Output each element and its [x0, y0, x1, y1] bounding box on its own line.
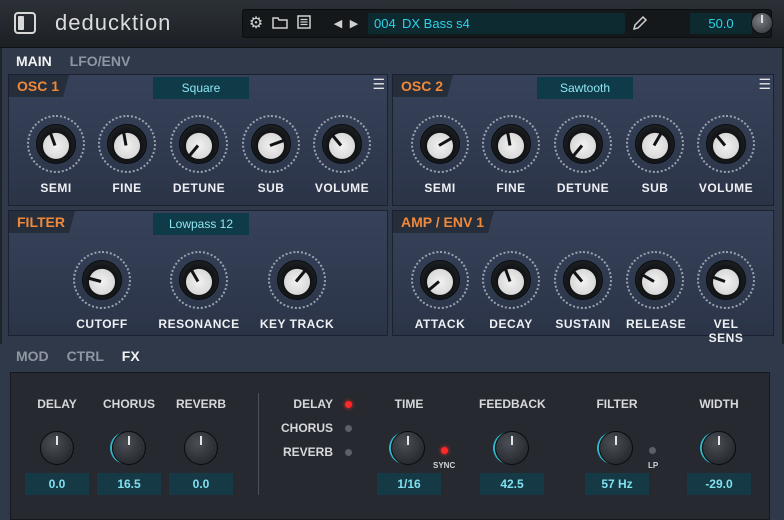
send-chorus-value[interactable]: 16.5: [97, 473, 161, 495]
fx-feedback-knob[interactable]: [495, 431, 529, 465]
send-reverb-value[interactable]: 0.0: [169, 473, 233, 495]
send-chorus-knob[interactable]: [112, 431, 146, 465]
preset-toolbar: ⚙ ◀ ▶ 004 DX Bass s4 50.0: [242, 9, 772, 38]
fx-time-value[interactable]: 1/16: [377, 473, 441, 495]
amp-decay-knob[interactable]: DECAY: [482, 251, 540, 331]
osc1-semi-knob[interactable]: SEMI: [27, 115, 85, 195]
osc2-title: OSC 2: [393, 75, 453, 97]
filter-key-track-knob[interactable]: KEY TRACK: [259, 251, 335, 331]
fx-select-delay[interactable]: DELAY: [273, 397, 333, 411]
pencil-icon[interactable]: [631, 15, 649, 33]
folder-icon[interactable]: [271, 15, 289, 33]
osc2-detune-knob[interactable]: DETUNE: [554, 115, 612, 195]
tab-fx[interactable]: FX: [122, 348, 140, 364]
osc1-sub-knob[interactable]: SUB: [242, 115, 300, 195]
send-reverb-label: REVERB: [175, 397, 226, 411]
tab-ctrl[interactable]: CTRL: [67, 348, 104, 364]
logo-icon: [14, 12, 36, 34]
reverb-led-icon[interactable]: [345, 449, 352, 456]
filter-resonance-knob[interactable]: RESONANCE: [157, 251, 241, 331]
bottom-tabs: MOD CTRL FX: [16, 348, 154, 364]
fx-width-knob[interactable]: [702, 431, 736, 465]
filter-type-select[interactable]: Lowpass 12: [153, 213, 249, 235]
next-preset-icon[interactable]: ▶: [345, 15, 363, 33]
amp-env-panel: AMP / ENV 1 ATTACK DECAY SUSTAIN RELEASE…: [392, 210, 774, 345]
sync-led-icon[interactable]: [441, 447, 448, 454]
osc2-semi-knob[interactable]: SEMI: [411, 115, 469, 195]
fx-filter-value[interactable]: 57 Hz: [585, 473, 649, 495]
zoom-value[interactable]: 50.0: [690, 13, 752, 34]
osc1-menu-icon[interactable]: ☰: [372, 77, 385, 91]
send-delay-knob[interactable]: [40, 431, 74, 465]
fx-width-value[interactable]: -29.0: [687, 473, 751, 495]
osc2-menu-icon[interactable]: ☰: [758, 77, 771, 91]
fx-time-knob[interactable]: [391, 431, 425, 465]
amp-env-title: AMP / ENV 1: [393, 211, 494, 233]
osc2-panel: OSC 2 Sawtooth ☰ SEMI FINE DETUNE SUB VO…: [392, 74, 774, 206]
osc1-detune-knob[interactable]: DETUNE: [170, 115, 228, 195]
send-chorus-label: CHORUS: [102, 397, 155, 411]
fx-select-reverb[interactable]: REVERB: [273, 445, 333, 459]
fx-time-label: TIME: [394, 397, 424, 411]
delay-led-icon[interactable]: [345, 401, 352, 408]
osc1-panel: OSC 1 Square ☰ SEMI FINE DETUNE SUB VOLU…: [8, 74, 388, 206]
fx-filter-label: FILTER: [596, 397, 638, 411]
send-delay-value[interactable]: 0.0: [25, 473, 89, 495]
fx-filter-knob[interactable]: [599, 431, 633, 465]
preset-display[interactable]: 004 DX Bass s4: [368, 13, 625, 34]
filter-mode-label: LP: [648, 461, 659, 470]
send-delay-label: DELAY: [37, 397, 77, 411]
fx-width-label: WIDTH: [699, 397, 739, 411]
preset-number: 004: [374, 16, 396, 31]
gear-icon[interactable]: ⚙: [247, 15, 265, 33]
send-reverb-knob[interactable]: [184, 431, 218, 465]
tab-mod[interactable]: MOD: [16, 348, 49, 364]
tab-lfo-env[interactable]: LFO/ENV: [70, 53, 131, 69]
sync-label: SYNC: [433, 461, 456, 470]
chorus-led-icon[interactable]: [345, 425, 352, 432]
amp-attack-knob[interactable]: ATTACK: [411, 251, 469, 331]
osc1-title: OSC 1: [9, 75, 69, 97]
amp-vel-sens-knob[interactable]: VEL SENS: [697, 251, 755, 345]
osc1-waveform-select[interactable]: Square: [153, 77, 249, 99]
app-title: deducktion: [55, 10, 172, 35]
fx-divider: [258, 393, 259, 495]
osc2-sub-knob[interactable]: SUB: [626, 115, 684, 195]
fx-feedback-label: FEEDBACK: [479, 397, 546, 411]
osc2-waveform-select[interactable]: Sawtooth: [537, 77, 633, 99]
fx-select-chorus[interactable]: CHORUS: [273, 421, 333, 435]
main-tabs: MAIN LFO/ENV: [16, 53, 144, 69]
fx-feedback-value[interactable]: 42.5: [480, 473, 544, 495]
list-icon[interactable]: [295, 15, 313, 33]
filter-title: FILTER: [9, 211, 75, 233]
osc1-volume-knob[interactable]: VOLUME: [313, 115, 371, 195]
fx-panel: DELAY 0.0 CHORUS 16.5 REVERB 0.0 DELAY C…: [10, 372, 770, 520]
filter-mode-led-icon[interactable]: [649, 447, 656, 454]
osc2-volume-knob[interactable]: VOLUME: [697, 115, 755, 195]
tab-main[interactable]: MAIN: [16, 53, 52, 69]
amp-sustain-knob[interactable]: SUSTAIN: [554, 251, 612, 331]
filter-cutoff-knob[interactable]: CUTOFF: [73, 251, 131, 331]
filter-panel: FILTER Lowpass 12 CUTOFF RESONANCE KEY T…: [8, 210, 388, 336]
amp-release-knob[interactable]: RELEASE: [626, 251, 686, 331]
osc2-fine-knob[interactable]: FINE: [482, 115, 540, 195]
bottom-area: MOD CTRL FX DELAY 0.0 CHORUS 16.5 REVERB…: [0, 344, 784, 520]
master-volume-knob[interactable]: [751, 12, 773, 34]
preset-name: DX Bass s4: [402, 16, 470, 31]
header-bar: deducktion ⚙ ◀ ▶ 004 DX Bass s4 50.0: [0, 0, 784, 48]
osc1-fine-knob[interactable]: FINE: [98, 115, 156, 195]
